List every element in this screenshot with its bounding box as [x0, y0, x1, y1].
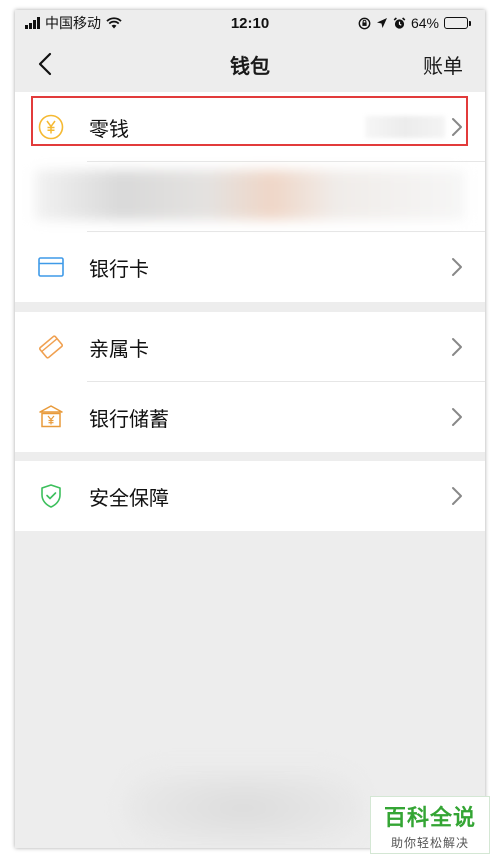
back-button[interactable]: [31, 50, 59, 78]
blurred-balance: [365, 116, 445, 138]
alarm-icon: [393, 16, 406, 29]
wallet-item-label: 银行卡: [89, 258, 149, 281]
chevron-right-icon: [452, 258, 462, 276]
chevron-right-icon: [452, 408, 462, 426]
wallet-item-change[interactable]: 零钱: [15, 92, 485, 162]
wallet-item-family-card[interactable]: 亲属卡: [15, 312, 485, 382]
rotation-lock-icon: [358, 17, 371, 29]
carrier-name: 中国移动: [45, 15, 101, 31]
chevron-left-icon: [38, 52, 52, 76]
signal-icon: [25, 17, 40, 29]
wallet-item-security[interactable]: 安全保障: [15, 461, 485, 531]
wallet-item-label: 亲属卡: [89, 338, 149, 361]
wallet-group-security: 安全保障: [15, 461, 485, 531]
wallet-item-bank-card[interactable]: 银行卡: [15, 232, 485, 302]
chevron-right-icon: [452, 487, 462, 505]
family-card-icon: [37, 333, 65, 361]
phone-screen: 中国移动 12:10 64% 钱包 账单 零钱 银行卡 亲属卡 银行储蓄 安全保…: [15, 10, 485, 848]
location-icon: [376, 18, 387, 28]
battery-icon: [444, 17, 471, 29]
wallet-item-label: 安全保障: [89, 487, 169, 510]
card-icon: [37, 253, 65, 281]
watermark-logo: 百科全说 助你轻松解决: [370, 796, 490, 854]
nav-bar: 钱包 账单: [15, 36, 485, 92]
wifi-icon: [106, 17, 122, 29]
chevron-right-icon: [452, 118, 462, 136]
bill-button[interactable]: 账单: [423, 50, 463, 79]
wallet-item-label: 银行储蓄: [89, 408, 169, 431]
wallet-item-bank-savings[interactable]: 银行储蓄: [15, 382, 485, 452]
battery-percent: 64%: [410, 15, 439, 31]
chevron-right-icon: [452, 338, 462, 356]
wallet-item-blurred[interactable]: [15, 162, 485, 232]
page-title: 钱包: [230, 55, 270, 78]
wallet-item-label: 零钱: [89, 118, 129, 141]
wallet-group-secondary: 亲属卡 银行储蓄: [15, 312, 485, 452]
coin-icon: [37, 113, 65, 141]
watermark-subtitle: 助你轻松解决: [390, 835, 469, 850]
status-bar: 中国移动 12:10 64%: [15, 10, 485, 36]
bank-icon: [37, 403, 65, 431]
shield-icon: [37, 482, 65, 510]
wallet-group-primary: 零钱 银行卡: [15, 92, 485, 302]
blurred-banner: [35, 170, 465, 220]
blurred-bottom-area: [123, 768, 363, 848]
watermark-title: 百科全说: [383, 804, 476, 830]
